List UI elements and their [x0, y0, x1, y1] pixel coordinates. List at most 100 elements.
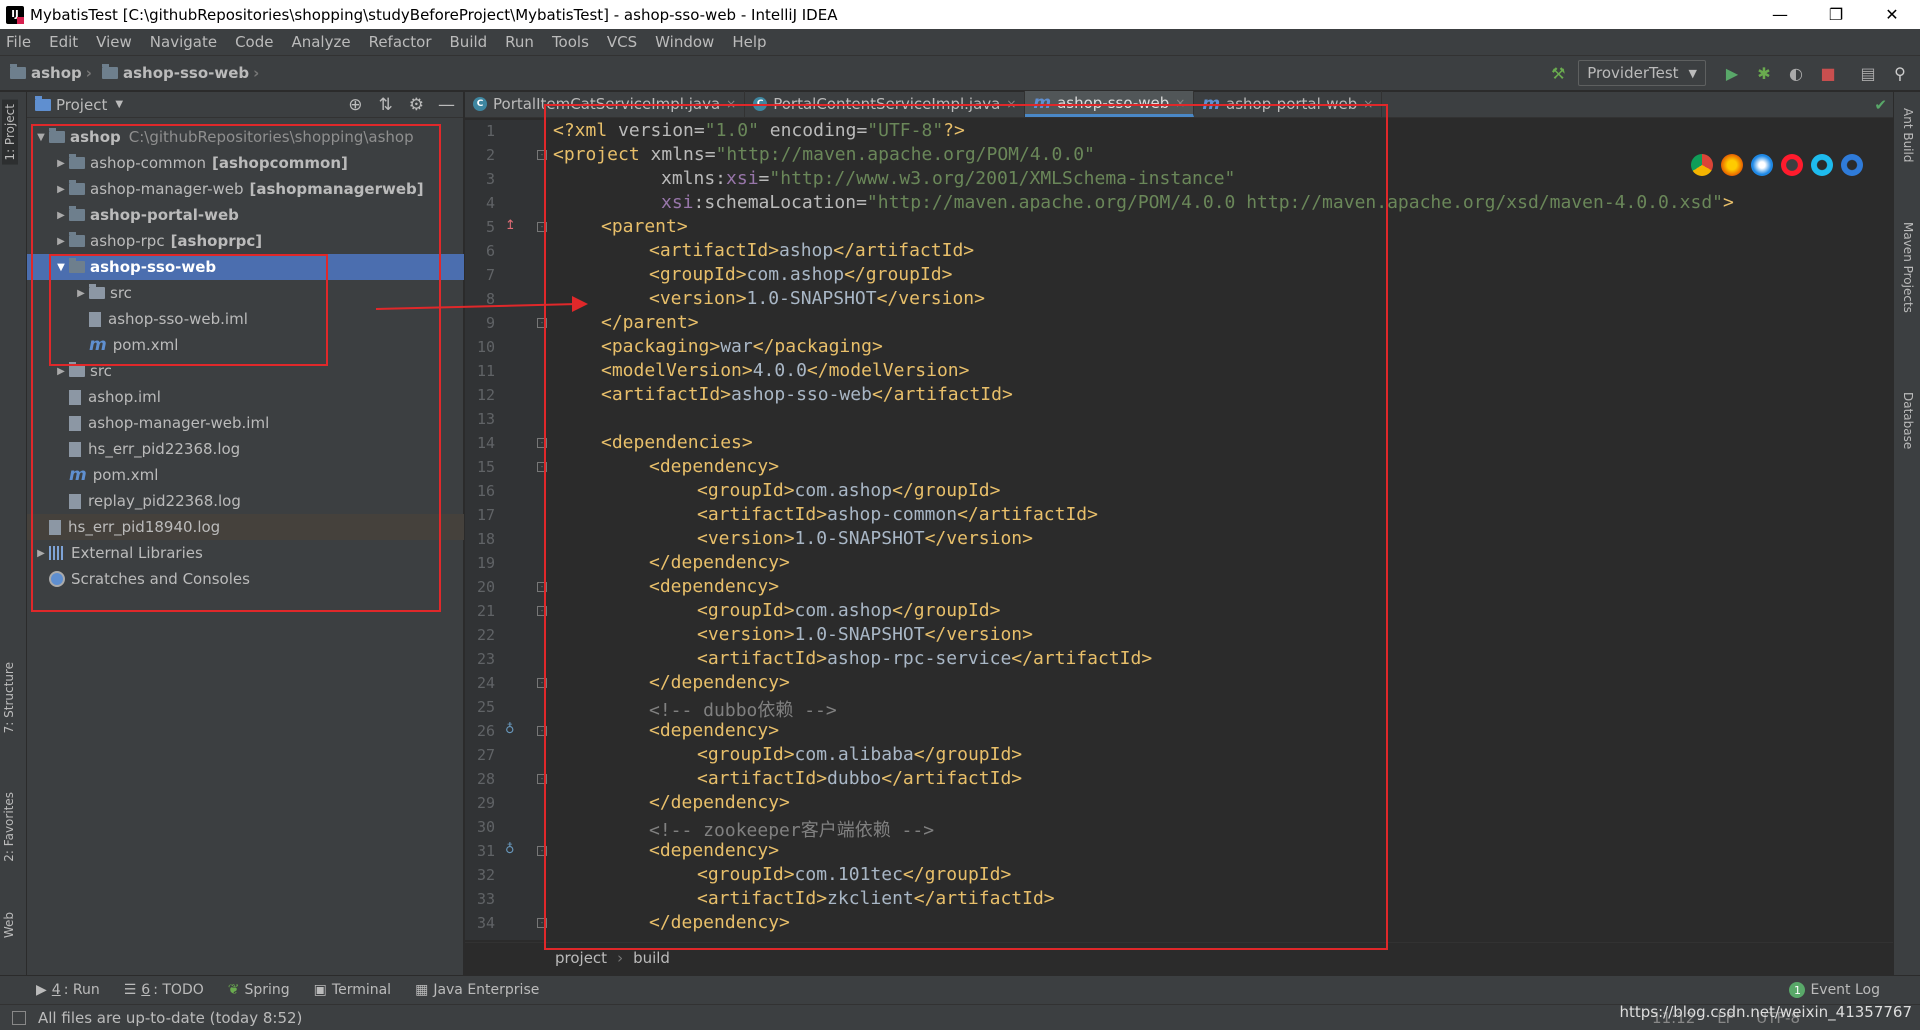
editor-tab-portal-item-cat[interactable]: C PortalItemCatServiceImpl.java ×	[465, 91, 746, 117]
fold-marker-icon[interactable]: -	[537, 318, 547, 328]
tree-item-manager-iml[interactable]: ashop-manager-web.iml	[27, 410, 464, 436]
fold-marker-icon[interactable]: -	[537, 582, 547, 592]
menu-vcs[interactable]: VCS	[607, 33, 637, 51]
tool-tab-web[interactable]: Web	[2, 912, 16, 938]
tool-tab-maven-projects[interactable]: Maven Projects	[1901, 222, 1915, 313]
tree-item-sso-iml[interactable]: ashop-sso-web.iml	[27, 306, 464, 332]
locate-target-icon[interactable]: ⊕	[348, 95, 362, 115]
expanded-arrow-icon[interactable]: ▼	[33, 132, 49, 143]
stop-icon[interactable]: ■	[1814, 59, 1842, 87]
collapsed-arrow-icon[interactable]: ▶	[33, 548, 49, 559]
safari-icon[interactable]	[1751, 154, 1773, 176]
menu-run[interactable]: Run	[505, 33, 534, 51]
tree-item-sso-src[interactable]: ▶ src	[27, 280, 464, 306]
tool-tab-project[interactable]: 1: Project	[2, 100, 18, 165]
tool-tab-terminal[interactable]: ▣ Terminal	[314, 982, 391, 998]
run-config-selector[interactable]: ProviderTest ▼	[1578, 60, 1706, 86]
tool-tab-spring[interactable]: ❦ Spring	[228, 982, 290, 998]
tool-tab-database[interactable]: Database	[1901, 392, 1915, 449]
settings-gear-icon[interactable]: ⚙	[409, 95, 424, 115]
tool-tab-structure[interactable]: 7: Structure	[2, 662, 16, 733]
menu-edit[interactable]: Edit	[49, 33, 78, 51]
expanded-arrow-icon[interactable]: ▼	[53, 262, 69, 273]
collapsed-arrow-icon[interactable]: ▶	[53, 184, 69, 195]
fold-marker-icon[interactable]: -	[537, 462, 547, 472]
fold-marker-icon[interactable]: -	[537, 846, 547, 856]
editor-tab-ashop-portal-web[interactable]: m ashop-portal-web ×	[1194, 91, 1383, 117]
tree-item-ashop-portal-web[interactable]: ▶ ashop-portal-web	[27, 202, 464, 228]
debug-bug-icon[interactable]: ✱	[1750, 59, 1778, 87]
fold-marker-icon[interactable]: -	[537, 918, 547, 928]
tool-tab-todo[interactable]: ☰ 6: TODO	[124, 982, 204, 998]
internet-explorer-icon[interactable]	[1811, 154, 1833, 176]
close-tab-icon[interactable]: ×	[1006, 97, 1016, 111]
dependency-gutter-icon[interactable]: ♁	[505, 722, 515, 737]
tree-item-ashop-manager-web[interactable]: ▶ ashop-manager-web [ashopmanagerweb]	[27, 176, 464, 202]
collapsed-arrow-icon[interactable]: ▶	[53, 210, 69, 221]
fold-marker-icon[interactable]: -	[537, 774, 547, 784]
fold-marker-icon[interactable]: -	[537, 726, 547, 736]
collapsed-arrow-icon[interactable]: ▶	[73, 288, 89, 299]
tree-item-src[interactable]: ▶ src	[27, 358, 464, 384]
tree-item-ashop[interactable]: ▼ ashop C:\githubRepositories\shopping\a…	[27, 124, 464, 150]
dropdown-arrow-icon[interactable]: ▼	[115, 99, 123, 110]
close-tab-icon[interactable]: ×	[1175, 96, 1185, 110]
hide-panel-icon[interactable]: —	[438, 95, 455, 115]
menu-help[interactable]: Help	[732, 33, 766, 51]
fold-marker-icon[interactable]: -	[537, 606, 547, 616]
menu-tools[interactable]: Tools	[552, 33, 589, 51]
collapsed-arrow-icon[interactable]: ▶	[53, 158, 69, 169]
code-editor[interactable]: <?xml version="1.0" encoding="UTF-8"?> <…	[553, 120, 1883, 940]
xml-crumb-build[interactable]: build	[633, 949, 670, 967]
event-log-button[interactable]: 1 Event Log	[1789, 982, 1880, 998]
close-button[interactable]: ✕	[1864, 0, 1920, 29]
fold-marker-icon[interactable]: -	[537, 222, 547, 232]
maven-parent-gutter-icon[interactable]: ↥	[505, 218, 516, 233]
collapsed-arrow-icon[interactable]: ▶	[53, 366, 69, 377]
tree-item-scratches[interactable]: Scratches and Consoles	[27, 566, 464, 592]
opera-icon[interactable]	[1781, 154, 1803, 176]
nav-crumb-ashop-sso-web[interactable]: ashop-sso-web ›	[101, 64, 259, 82]
run-icon[interactable]: ▶	[1718, 59, 1746, 87]
coverage-shield-icon[interactable]: ◐	[1782, 59, 1810, 87]
maximize-button[interactable]: ❐	[1808, 0, 1864, 29]
fold-marker-icon[interactable]: -	[537, 150, 547, 160]
close-tab-icon[interactable]: ×	[726, 97, 736, 111]
menu-build[interactable]: Build	[450, 33, 488, 51]
firefox-icon[interactable]	[1721, 154, 1743, 176]
fold-marker-icon[interactable]: -	[537, 678, 547, 688]
tool-tab-favorites[interactable]: 2: Favorites	[2, 792, 16, 862]
menu-file[interactable]: File	[6, 33, 31, 51]
tree-item-ashop-common[interactable]: ▶ ashop-common [ashopcommon]	[27, 150, 464, 176]
tree-item-hs-err-18940[interactable]: hs_err_pid18940.log	[27, 514, 464, 540]
tree-item-ashop-pom[interactable]: m pom.xml	[27, 462, 464, 488]
tree-item-ashop-sso-web[interactable]: ▼ ashop-sso-web	[27, 254, 464, 280]
menu-window[interactable]: Window	[655, 33, 714, 51]
close-tab-icon[interactable]: ×	[1363, 97, 1373, 111]
project-view-selector[interactable]: Project	[56, 96, 107, 114]
build-hammer-icon[interactable]: ⚒	[1544, 59, 1572, 87]
edge-icon[interactable]	[1841, 154, 1863, 176]
status-toggle-icon[interactable]	[12, 1010, 26, 1025]
menu-refactor[interactable]: Refactor	[369, 33, 432, 51]
minimize-button[interactable]: —	[1752, 0, 1808, 29]
tree-item-hs-err-22368[interactable]: hs_err_pid22368.log	[27, 436, 464, 462]
menu-analyze[interactable]: Analyze	[291, 33, 350, 51]
tree-item-replay-log[interactable]: replay_pid22368.log	[27, 488, 464, 514]
tree-item-ashop-rpc[interactable]: ▶ ashop-rpc [ashoprpc]	[27, 228, 464, 254]
xml-crumb-project[interactable]: project	[555, 949, 607, 967]
tool-tab-java-enterprise[interactable]: ▦ Java Enterprise	[415, 982, 539, 998]
tree-item-ashop-iml[interactable]: ashop.iml	[27, 384, 464, 410]
editor-tab-ashop-sso-web[interactable]: m ashop-sso-web ×	[1025, 91, 1195, 117]
menu-view[interactable]: View	[96, 33, 132, 51]
project-structure-icon[interactable]: ▤	[1854, 59, 1882, 87]
chrome-icon[interactable]	[1691, 154, 1713, 176]
tree-item-sso-pom[interactable]: m pom.xml	[27, 332, 464, 358]
collapsed-arrow-icon[interactable]: ▶	[53, 236, 69, 247]
menu-code[interactable]: Code	[235, 33, 273, 51]
menu-navigate[interactable]: Navigate	[150, 33, 217, 51]
search-everywhere-icon[interactable]: ⚲	[1886, 59, 1914, 87]
nav-crumb-ashop[interactable]: ashop ›	[10, 64, 92, 82]
tree-item-external-libraries[interactable]: ▶ External Libraries	[27, 540, 464, 566]
fold-marker-icon[interactable]: -	[537, 438, 547, 448]
